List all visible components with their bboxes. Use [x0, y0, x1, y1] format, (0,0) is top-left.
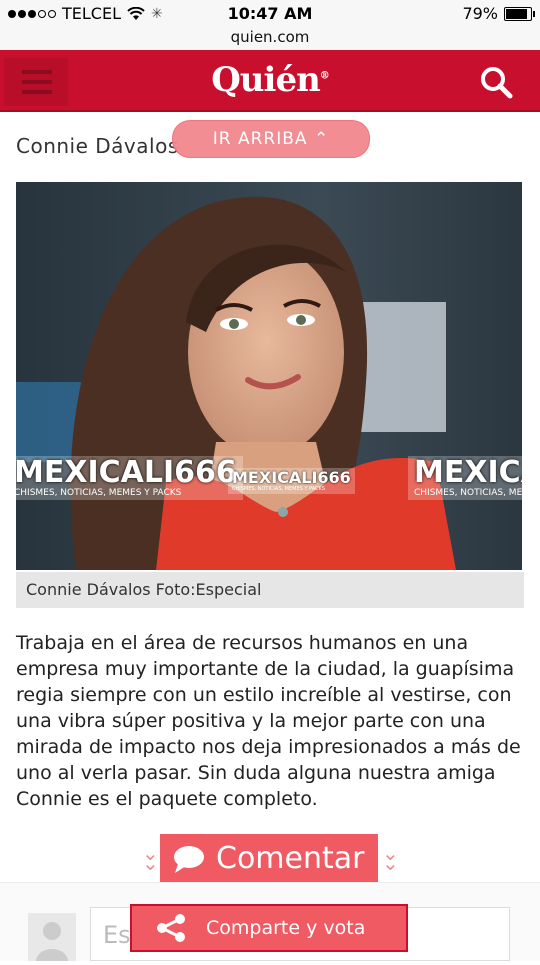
watermark-center: MEXICALI666 CHISMES, NOTICIAS, MEMES Y P… [228, 468, 355, 494]
share-icon [157, 914, 185, 942]
battery-group: 79% [462, 4, 535, 23]
comment-button[interactable]: Comentar [160, 834, 378, 884]
watermark-right: MEXICALI666 CHISMES, NOTICIAS, MEMES Y P… [408, 456, 522, 500]
watermark-left: MEXICALI666 CHISMES, NOTICIAS, MEMES Y P… [16, 456, 243, 500]
avatar [28, 913, 76, 961]
article-photo: MEXICALI666 CHISMES, NOTICIAS, MEMES Y P… [16, 182, 522, 570]
double-chevron-down-icon: ⌄ ⌄ [382, 841, 399, 875]
double-chevron-down-icon: ⌄ ⌄ [142, 841, 159, 875]
article-body: Trabaja en el área de recursos humanos e… [16, 632, 521, 810]
url-bar[interactable]: quien.com [0, 28, 540, 50]
battery-icon [504, 6, 535, 21]
speech-bubble-icon [174, 846, 204, 873]
status-bar: TELCEL ✳ 10:47 AM 79% [0, 0, 540, 28]
clock: 10:47 AM [227, 4, 313, 23]
article-content: Connie Dávalos IR ARRIBA ⌃ MEXICALI666 C… [0, 112, 540, 961]
site-logo[interactable]: Quién® [0, 60, 540, 100]
search-icon[interactable] [478, 64, 514, 100]
portrait-image [16, 182, 522, 570]
scroll-to-top-button[interactable]: IR ARRIBA ⌃ [172, 120, 370, 158]
battery-percent: 79% [462, 4, 498, 23]
author-heading: Connie Dávalos [16, 134, 179, 158]
share-vote-button[interactable]: Comparte y vota [130, 904, 408, 952]
chevron-up-icon: ⌃ [313, 129, 330, 149]
photo-caption: Connie Dávalos Foto:Especial [16, 572, 524, 608]
site-header: Quién® [0, 50, 540, 112]
